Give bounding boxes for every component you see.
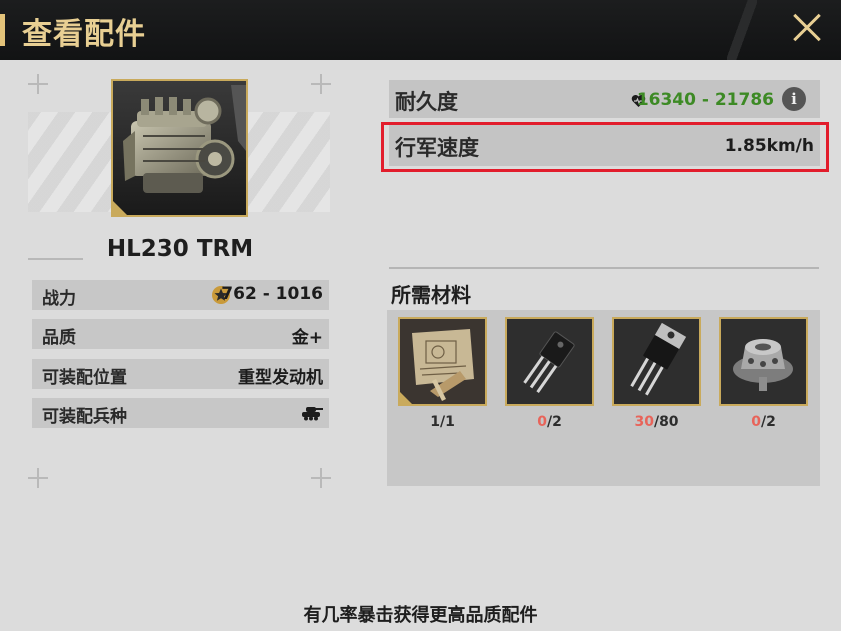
attribute-label: 耐久度 [395, 90, 458, 114]
quality-corner-mark [400, 392, 412, 404]
title-accent-bar [0, 14, 5, 46]
item-image-frame[interactable] [111, 79, 248, 217]
material-count: 0/2 [537, 414, 562, 430]
corner-plus-icon [311, 74, 331, 94]
stat-row-quality: 品质 金+ [32, 319, 329, 349]
material-count: 30/80 [634, 414, 679, 430]
stat-label: 战力 [42, 289, 76, 309]
stat-value: 金+ [291, 328, 323, 348]
tank-icon[interactable] [301, 405, 323, 425]
info-icon[interactable]: i [782, 87, 806, 111]
header-bar: 查看配件 [0, 0, 841, 60]
attribute-row-durability: 耐久度 16340 - 21786 i [389, 80, 820, 118]
header-decoration [727, 0, 757, 60]
stat-label: 可装配兵种 [42, 407, 127, 427]
quality-corner-mark [113, 201, 127, 215]
materials-panel: 1/1 0/2 30/80 0/2 [387, 310, 820, 486]
stat-value: 重型发动机 [238, 368, 323, 388]
material-slot[interactable] [505, 317, 594, 406]
corner-plus-icon [311, 468, 331, 488]
material-slot[interactable] [719, 317, 808, 406]
stat-row-power: 战力 762 - 1016 [32, 280, 329, 310]
material-count: 0/2 [751, 414, 776, 430]
blueprint-icon [400, 319, 485, 404]
material-slot[interactable] [398, 317, 487, 406]
section-divider [389, 267, 819, 269]
stat-value: 762 - 1016 [221, 284, 323, 304]
page-title: 查看配件 [22, 17, 146, 52]
transistor-icon [507, 319, 592, 404]
material-slot[interactable] [612, 317, 701, 406]
crit-hint-text: 有几率暴击获得更高品质配件 [303, 605, 538, 626]
engine-icon [113, 81, 246, 215]
corner-plus-icon [28, 468, 48, 488]
highlight-box [381, 122, 829, 172]
close-button[interactable] [785, 6, 829, 50]
material-count: 1/1 [430, 414, 455, 430]
stat-label: 可装配位置 [42, 368, 127, 388]
stat-label: 品质 [42, 328, 76, 348]
differential-gear-icon [721, 319, 806, 404]
item-name: HL230 TRM [106, 236, 254, 262]
corner-plus-icon [28, 74, 48, 94]
durability-value: 16340 - 21786 [636, 90, 774, 110]
power-transistor-icon [614, 319, 699, 404]
stat-row-unit: 可装配兵种 [32, 398, 329, 428]
stat-row-slot: 可装配位置 重型发动机 [32, 359, 329, 389]
materials-title: 所需材料 [391, 283, 471, 307]
